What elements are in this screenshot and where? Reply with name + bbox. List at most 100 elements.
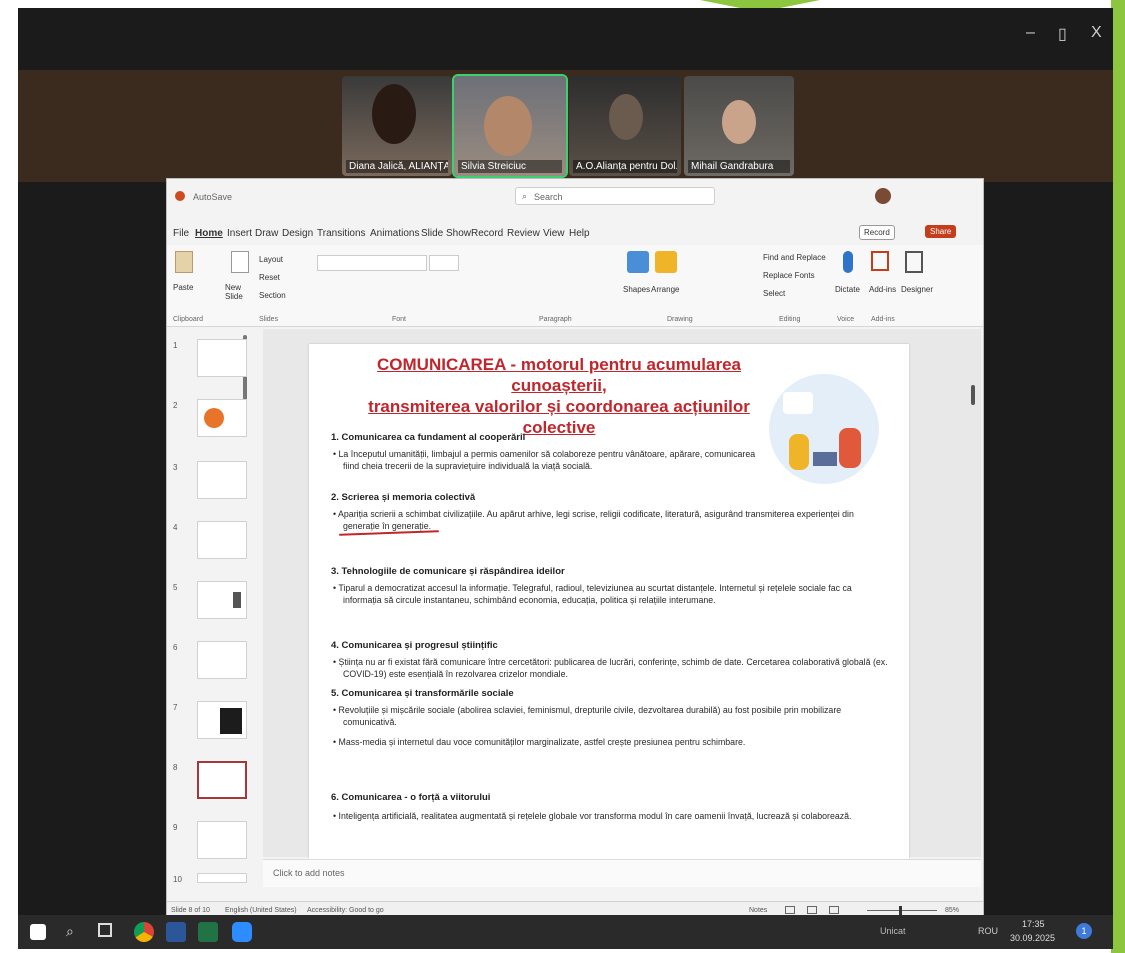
slide-thumb-10[interactable] [197,873,247,883]
select-button[interactable]: Select [763,289,785,298]
tab-insert[interactable]: Insert [227,228,252,239]
slide-thumb-1[interactable] [197,339,247,377]
notes-pane[interactable]: Click to add notes [263,859,981,887]
participant-name: A.O.Alianța pentru Dol... [573,160,677,173]
windows-start-icon[interactable] [30,924,46,940]
word-icon[interactable] [166,922,186,942]
participant-tile[interactable]: Diana Jalică, ALIANȚA ... [342,76,452,176]
notification-badge[interactable]: 1 [1076,923,1092,939]
clock-date[interactable]: 30.09.2025 [1010,933,1055,943]
tab-design[interactable]: Design [282,228,313,239]
avatar [609,94,643,140]
slide-number: 8 [173,763,178,772]
arrange-button[interactable]: Arrange [651,285,679,294]
slide-thumb-3[interactable] [197,461,247,499]
designer-button[interactable]: Designer [901,285,933,294]
tab-slideshow[interactable]: Slide Show [421,228,471,239]
group-label: Paragraph [539,316,572,323]
search-icon: ⌕ [522,191,528,201]
dictate-button[interactable]: Dictate [835,285,860,294]
slide-title: COMUNICAREA - motorul pentru acumularea … [349,354,769,438]
replace-fonts-button[interactable]: Replace Fonts [763,271,815,280]
participant-tile[interactable]: Mihail Gandrabura [684,76,794,176]
tab-review[interactable]: Review [507,228,540,239]
minimize-button[interactable]: – [1026,24,1035,42]
clock-time[interactable]: 17:35 [1022,919,1045,929]
accessibility-status[interactable]: Accessibility: Good to go [307,907,384,914]
close-button[interactable]: X [1091,24,1102,42]
weather-widget[interactable]: Unicat [880,926,906,936]
sorter-view-icon[interactable] [807,906,817,914]
slide-thumb-8[interactable] [197,761,247,799]
addins-icon [871,251,889,271]
search-icon[interactable]: ⌕ [66,923,74,940]
tab-view[interactable]: View [543,228,565,239]
tab-help[interactable]: Help [569,228,590,239]
search-box[interactable]: ⌕ Search [515,187,715,205]
zoom-icon[interactable] [232,922,252,942]
slide-number: 9 [173,823,178,832]
paragraph-tools[interactable] [472,255,602,271]
new-slide-icon [231,251,249,273]
slide-thumb-6[interactable] [197,641,247,679]
font-size-box[interactable] [429,255,459,271]
slide-thumb-4[interactable] [197,521,247,559]
arrange-icon [655,251,677,273]
shapes-button[interactable]: Shapes [623,285,650,294]
slide-thumb-2[interactable] [197,399,247,437]
paste-button[interactable]: Paste [173,283,193,292]
title-line-2: transmiterea valorilor și coordonarea ac… [368,397,750,437]
tab-animations[interactable]: Animations [370,228,419,239]
slide-number: 10 [173,875,182,884]
new-slide-button[interactable]: New Slide [225,283,255,301]
tab-record[interactable]: Record [471,228,503,239]
record-button[interactable]: Record [859,225,895,240]
addins-button[interactable]: Add-ins [869,285,896,294]
search-placeholder: Search [534,192,563,202]
autosave-toggle[interactable]: AutoSave [193,192,232,202]
reading-view-icon[interactable] [829,906,839,914]
section-bullet: Știința nu ar fi existat fără comunicare… [331,656,891,680]
slide-thumb-7[interactable] [197,701,247,739]
participant-tile[interactable]: A.O.Alianța pentru Dol... [569,76,681,176]
language-indicator[interactable]: English (United States) [225,907,297,914]
chrome-icon[interactable] [134,922,154,942]
reset-button[interactable]: Reset [259,273,280,282]
layout-button[interactable]: Layout [259,255,283,264]
participant-tile-active[interactable]: Silvia Streiciuc [452,74,568,178]
slide-thumb-9[interactable] [197,821,247,859]
group-label: Editing [779,316,801,323]
zoom-slider-handle[interactable] [899,906,902,915]
avatar[interactable] [875,188,891,204]
tab-home[interactable]: Home [195,228,223,239]
slide-counter: Slide 8 of 10 [171,907,210,914]
notes-toggle[interactable]: Notes [749,907,767,914]
communication-illustration [769,374,879,484]
zoom-slider[interactable] [867,910,937,911]
title-bar: AutoSave ⌕ Search [167,179,983,219]
slide-thumb-5[interactable] [197,581,247,619]
tab-draw[interactable]: Draw [255,228,278,239]
shapes-icon [627,251,649,273]
current-slide[interactable]: COMUNICAREA - motorul pentru acumularea … [309,344,909,859]
slide-number: 4 [173,523,178,532]
excel-icon[interactable] [198,922,218,942]
share-button[interactable]: Share [925,225,957,238]
slide-number: 6 [173,643,178,652]
tab-file[interactable]: File [173,228,189,239]
title-line-1: COMUNICAREA - motorul pentru acumularea … [377,355,741,395]
zoom-level[interactable]: 85% [945,907,959,914]
restore-button[interactable]: ▯ [1058,24,1067,44]
normal-view-icon[interactable] [785,906,795,914]
canvas-scrollbar[interactable] [971,385,975,405]
font-name-box[interactable] [317,255,427,271]
slide-thumbnails: 1 2 3 4 5 6 7 8 9 10 [167,329,262,884]
language-switch[interactable]: ROU [978,926,998,936]
section-button[interactable]: Section [259,291,286,300]
find-replace-button[interactable]: Find and Replace [763,253,826,262]
ribbon: Paste New Slide Layout Reset Section Sha… [167,245,983,327]
task-view-icon[interactable] [98,923,112,937]
avatar [722,100,756,144]
section-heading: 1. Comunicarea ca fundament al cooperări… [331,432,526,443]
tab-transitions[interactable]: Transitions [317,228,366,239]
